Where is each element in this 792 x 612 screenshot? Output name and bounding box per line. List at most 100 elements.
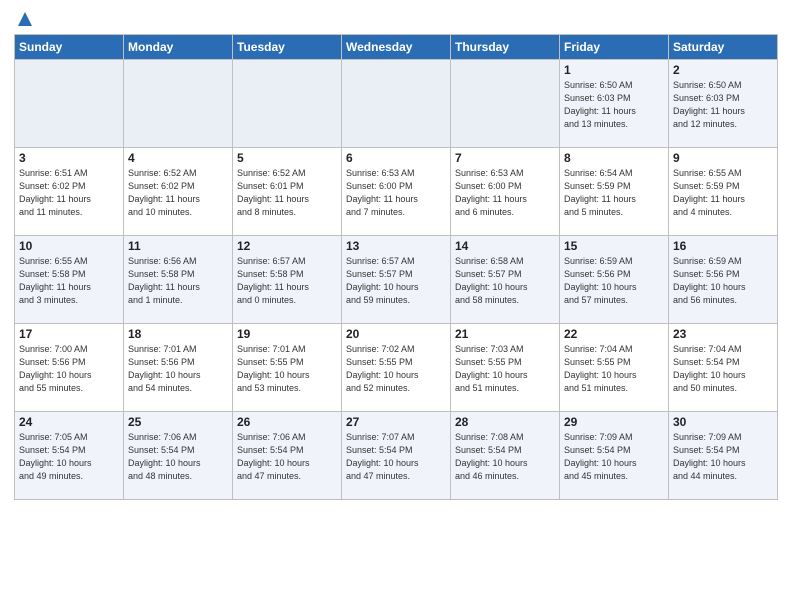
day-number: 27 xyxy=(346,415,446,429)
calendar-cell xyxy=(342,60,451,148)
day-number: 23 xyxy=(673,327,773,341)
calendar-header-friday: Friday xyxy=(560,35,669,60)
header xyxy=(14,10,778,28)
calendar-cell: 5Sunrise: 6:52 AMSunset: 6:01 PMDaylight… xyxy=(233,148,342,236)
day-number: 18 xyxy=(128,327,228,341)
day-number: 3 xyxy=(19,151,119,165)
day-number: 25 xyxy=(128,415,228,429)
day-detail: Sunrise: 7:00 AMSunset: 5:56 PMDaylight:… xyxy=(19,343,119,395)
day-detail: Sunrise: 6:59 AMSunset: 5:56 PMDaylight:… xyxy=(564,255,664,307)
day-detail: Sunrise: 7:01 AMSunset: 5:56 PMDaylight:… xyxy=(128,343,228,395)
calendar-week-row: 1Sunrise: 6:50 AMSunset: 6:03 PMDaylight… xyxy=(15,60,778,148)
calendar-cell: 17 Sunrise: 7:00 AMSunset: 5:56 PMDayligh… xyxy=(15,324,124,412)
day-detail: Sunrise: 6:53 AMSunset: 6:00 PMDaylight:… xyxy=(346,167,446,219)
day-detail: Sunrise: 6:54 AMSunset: 5:59 PMDaylight:… xyxy=(564,167,664,219)
day-number: 26 xyxy=(237,415,337,429)
calendar: SundayMondayTuesdayWednesdayThursdayFrid… xyxy=(14,34,778,500)
calendar-cell: 4Sunrise: 6:52 AMSunset: 6:02 PMDaylight… xyxy=(124,148,233,236)
day-detail: Sunrise: 6:58 AMSunset: 5:57 PMDaylight:… xyxy=(455,255,555,307)
calendar-cell xyxy=(451,60,560,148)
calendar-cell: 7 Sunrise: 6:53 AMSunset: 6:00 PMDaylight… xyxy=(451,148,560,236)
calendar-cell: 21 Sunrise: 7:03 AMSunset: 5:55 PMDayligh… xyxy=(451,324,560,412)
day-number: 8 xyxy=(564,151,664,165)
day-detail: Sunrise: 7:07 AMSunset: 5:54 PMDaylight:… xyxy=(346,431,446,483)
day-number: 12 xyxy=(237,239,337,253)
day-number: 10 xyxy=(19,239,119,253)
calendar-cell: 29Sunrise: 7:09 AMSunset: 5:54 PMDayligh… xyxy=(560,412,669,500)
calendar-cell: 22 Sunrise: 7:04 AMSunset: 5:55 PMDayligh… xyxy=(560,324,669,412)
day-detail: Sunrise: 6:50 AMSunset: 6:03 PMDaylight:… xyxy=(673,79,773,131)
day-number: 13 xyxy=(346,239,446,253)
calendar-cell xyxy=(124,60,233,148)
day-number: 15 xyxy=(564,239,664,253)
day-detail: Sunrise: 7:03 AMSunset: 5:55 PMDaylight:… xyxy=(455,343,555,395)
calendar-cell: 30 Sunrise: 7:09 AMSunset: 5:54 PMDayligh… xyxy=(669,412,778,500)
calendar-cell xyxy=(15,60,124,148)
day-number: 17 xyxy=(19,327,119,341)
calendar-header-row: SundayMondayTuesdayWednesdayThursdayFrid… xyxy=(15,35,778,60)
logo xyxy=(14,10,34,28)
calendar-cell: 8 Sunrise: 6:54 AMSunset: 5:59 PMDaylight… xyxy=(560,148,669,236)
day-detail: Sunrise: 7:09 AMSunset: 5:54 PMDaylight:… xyxy=(673,431,773,483)
day-detail: Sunrise: 6:55 AMSunset: 5:58 PMDaylight:… xyxy=(19,255,119,307)
calendar-cell: 11 Sunrise: 6:56 AMSunset: 5:58 PMDayligh… xyxy=(124,236,233,324)
day-number: 11 xyxy=(128,239,228,253)
calendar-cell: 20Sunrise: 7:02 AMSunset: 5:55 PMDayligh… xyxy=(342,324,451,412)
day-detail: Sunrise: 6:56 AMSunset: 5:58 PMDaylight:… xyxy=(128,255,228,307)
day-number: 2 xyxy=(673,63,773,77)
calendar-week-row: 3 Sunrise: 6:51 AMSunset: 6:02 PMDaylight… xyxy=(15,148,778,236)
day-number: 28 xyxy=(455,415,555,429)
calendar-cell: 19Sunrise: 7:01 AMSunset: 5:55 PMDayligh… xyxy=(233,324,342,412)
calendar-cell: 1Sunrise: 6:50 AMSunset: 6:03 PMDaylight… xyxy=(560,60,669,148)
day-number: 21 xyxy=(455,327,555,341)
day-number: 7 xyxy=(455,151,555,165)
calendar-cell: 12 Sunrise: 6:57 AMSunset: 5:58 PMDayligh… xyxy=(233,236,342,324)
calendar-cell: 26Sunrise: 7:06 AMSunset: 5:54 PMDayligh… xyxy=(233,412,342,500)
day-number: 24 xyxy=(19,415,119,429)
calendar-cell: 24 Sunrise: 7:05 AMSunset: 5:54 PMDayligh… xyxy=(15,412,124,500)
calendar-cell: 15 Sunrise: 6:59 AMSunset: 5:56 PMDayligh… xyxy=(560,236,669,324)
day-detail: Sunrise: 6:50 AMSunset: 6:03 PMDaylight:… xyxy=(564,79,664,131)
day-detail: Sunrise: 7:05 AMSunset: 5:54 PMDaylight:… xyxy=(19,431,119,483)
day-detail: Sunrise: 7:04 AMSunset: 5:54 PMDaylight:… xyxy=(673,343,773,395)
calendar-cell: 9 Sunrise: 6:55 AMSunset: 5:59 PMDaylight… xyxy=(669,148,778,236)
day-detail: Sunrise: 7:06 AMSunset: 5:54 PMDaylight:… xyxy=(128,431,228,483)
calendar-week-row: 10 Sunrise: 6:55 AMSunset: 5:58 PMDayligh… xyxy=(15,236,778,324)
calendar-cell: 28 Sunrise: 7:08 AMSunset: 5:54 PMDayligh… xyxy=(451,412,560,500)
calendar-header-wednesday: Wednesday xyxy=(342,35,451,60)
calendar-week-row: 17 Sunrise: 7:00 AMSunset: 5:56 PMDayligh… xyxy=(15,324,778,412)
day-number: 16 xyxy=(673,239,773,253)
day-number: 5 xyxy=(237,151,337,165)
day-detail: Sunrise: 7:09 AMSunset: 5:54 PMDaylight:… xyxy=(564,431,664,483)
page: SundayMondayTuesdayWednesdayThursdayFrid… xyxy=(0,0,792,612)
calendar-week-row: 24 Sunrise: 7:05 AMSunset: 5:54 PMDayligh… xyxy=(15,412,778,500)
logo-icon xyxy=(16,10,34,28)
calendar-cell: 10 Sunrise: 6:55 AMSunset: 5:58 PMDayligh… xyxy=(15,236,124,324)
day-detail: Sunrise: 6:52 AMSunset: 6:02 PMDaylight:… xyxy=(128,167,228,219)
calendar-cell: 2 Sunrise: 6:50 AMSunset: 6:03 PMDaylight… xyxy=(669,60,778,148)
day-detail: Sunrise: 6:51 AMSunset: 6:02 PMDaylight:… xyxy=(19,167,119,219)
day-detail: Sunrise: 7:04 AMSunset: 5:55 PMDaylight:… xyxy=(564,343,664,395)
calendar-header-monday: Monday xyxy=(124,35,233,60)
day-detail: Sunrise: 6:57 AMSunset: 5:57 PMDaylight:… xyxy=(346,255,446,307)
day-number: 30 xyxy=(673,415,773,429)
day-number: 9 xyxy=(673,151,773,165)
calendar-cell: 14Sunrise: 6:58 AMSunset: 5:57 PMDayligh… xyxy=(451,236,560,324)
day-detail: Sunrise: 6:53 AMSunset: 6:00 PMDaylight:… xyxy=(455,167,555,219)
calendar-header-thursday: Thursday xyxy=(451,35,560,60)
calendar-cell: 16 Sunrise: 6:59 AMSunset: 5:56 PMDayligh… xyxy=(669,236,778,324)
day-detail: Sunrise: 7:08 AMSunset: 5:54 PMDaylight:… xyxy=(455,431,555,483)
calendar-header-sunday: Sunday xyxy=(15,35,124,60)
day-detail: Sunrise: 6:59 AMSunset: 5:56 PMDaylight:… xyxy=(673,255,773,307)
calendar-header-tuesday: Tuesday xyxy=(233,35,342,60)
calendar-cell: 18 Sunrise: 7:01 AMSunset: 5:56 PMDayligh… xyxy=(124,324,233,412)
calendar-cell xyxy=(233,60,342,148)
day-detail: Sunrise: 7:01 AMSunset: 5:55 PMDaylight:… xyxy=(237,343,337,395)
day-detail: Sunrise: 6:55 AMSunset: 5:59 PMDaylight:… xyxy=(673,167,773,219)
day-number: 6 xyxy=(346,151,446,165)
day-detail: Sunrise: 6:57 AMSunset: 5:58 PMDaylight:… xyxy=(237,255,337,307)
day-number: 20 xyxy=(346,327,446,341)
day-number: 22 xyxy=(564,327,664,341)
calendar-header-saturday: Saturday xyxy=(669,35,778,60)
calendar-cell: 3 Sunrise: 6:51 AMSunset: 6:02 PMDaylight… xyxy=(15,148,124,236)
